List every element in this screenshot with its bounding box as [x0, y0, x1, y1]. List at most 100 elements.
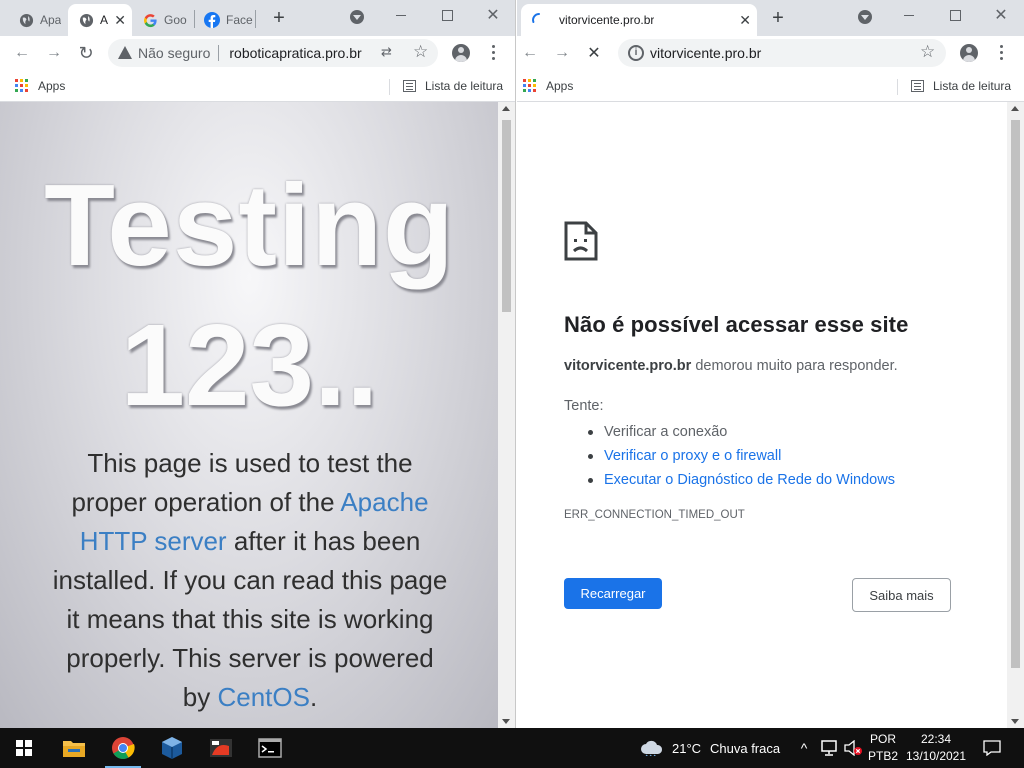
chevron-up-icon[interactable]: ^ [795, 728, 813, 768]
address-bar[interactable]: i vitorvicente.pro.br ☆ [618, 39, 946, 67]
virtualbox-icon [162, 737, 182, 759]
reload-button[interactable]: Recarregar [564, 578, 662, 609]
tab-facebook[interactable]: Face [194, 4, 254, 36]
suggestion-item: Verificar a conexão [564, 420, 895, 444]
clock-date: 13/10/2021 [905, 749, 967, 763]
close-window-button[interactable]: ✕ [978, 0, 1024, 30]
sad-document-icon [564, 221, 598, 261]
apache-description: This page is used to test the proper ope… [50, 444, 450, 717]
star-icon[interactable]: ☆ [413, 42, 428, 62]
terminal-button[interactable] [246, 728, 294, 768]
tab-google[interactable]: Goo [132, 4, 194, 36]
google-icon [142, 12, 158, 28]
new-tab-button[interactable]: + [766, 7, 790, 31]
minimize-button[interactable] [886, 0, 932, 30]
toolbar: ← → ↻ Não seguro roboticapratica.pro.br … [0, 36, 515, 70]
app-taskbar-button[interactable] [197, 728, 245, 768]
maximize-button[interactable] [932, 0, 978, 30]
scroll-down-icon[interactable] [502, 719, 510, 724]
facebook-icon [204, 12, 220, 28]
divider [218, 45, 220, 61]
back-arrow-icon[interactable]: ← [12, 43, 32, 63]
error-title: Não é possível acessar esse site [564, 312, 909, 337]
tab-strip: Apa A ✕ Goo Face + ✕ [0, 0, 515, 36]
apps-grid-icon[interactable] [523, 79, 536, 92]
stop-loading-icon[interactable]: ✕ [584, 43, 604, 63]
error-page: Não é possível acessar esse site vitorvi… [517, 102, 1007, 728]
scroll-up-icon[interactable] [502, 106, 510, 111]
bookmark-apps[interactable]: Apps [38, 79, 65, 93]
scrollbar-thumb[interactable] [1011, 120, 1020, 668]
bookmark-separator [389, 79, 390, 95]
url-text: roboticapratica.pro.br [229, 45, 362, 61]
vertical-scrollbar[interactable] [1007, 102, 1024, 728]
weather-temperature[interactable]: 21°C [672, 728, 701, 768]
close-window-button[interactable]: ✕ [470, 0, 515, 30]
clock[interactable]: 22:34 13/10/2021 [903, 731, 969, 765]
vertical-scrollbar[interactable] [498, 102, 515, 728]
minimize-button[interactable] [378, 0, 424, 30]
menu-kebab-icon[interactable] [492, 45, 496, 61]
profile-avatar-icon[interactable] [452, 44, 470, 62]
star-icon[interactable]: ☆ [920, 42, 935, 62]
maximize-button[interactable] [424, 0, 470, 30]
volume-muted-icon[interactable] [842, 728, 864, 768]
tab-search-icon[interactable] [858, 10, 872, 24]
desc-text: . [309, 682, 318, 712]
notification-icon[interactable] [978, 728, 1006, 768]
scrollbar-thumb[interactable] [502, 120, 511, 312]
translate-icon[interactable]: ⇄ [381, 44, 392, 60]
centos-link[interactable]: CentOS [217, 682, 310, 712]
close-tab-icon[interactable]: ✕ [114, 12, 126, 29]
tab-apache-1[interactable]: Apa [8, 4, 68, 36]
file-explorer-button[interactable] [50, 728, 98, 768]
security-label: Não seguro [138, 45, 211, 61]
tab-strip: vitorvicente.pro.br ✕ + ✕ [517, 0, 1024, 36]
chrome-taskbar-button[interactable] [99, 728, 147, 768]
bookmarks-bar: Apps Lista de leitura [517, 70, 1024, 102]
address-bar[interactable]: Não seguro roboticapratica.pro.br ⇄ ☆ [108, 39, 438, 67]
reading-list-icon [911, 80, 924, 92]
windows-logo-icon [16, 740, 32, 756]
virtualbox-button[interactable] [148, 728, 196, 768]
tab-vitorvicente[interactable]: vitorvicente.pro.br ✕ [521, 4, 757, 36]
suggestion-link-diagnostics[interactable]: Executar o Diagnóstico de Rede do Window… [564, 468, 895, 492]
tab-label: A [100, 13, 109, 27]
tab-search-icon[interactable] [350, 10, 364, 24]
loading-spinner-icon [531, 12, 547, 28]
tab-separator [255, 10, 256, 28]
reading-list-icon [403, 80, 416, 92]
scroll-down-icon[interactable] [1011, 719, 1019, 724]
error-code: ERR_CONNECTION_TIMED_OUT [564, 509, 745, 521]
forward-arrow-icon[interactable]: → [44, 43, 64, 63]
start-button[interactable] [0, 728, 48, 768]
new-tab-button[interactable]: + [267, 7, 291, 31]
taskbar: 21°C Chuva fraca ^ POR PTB2 22:34 13/10/… [0, 728, 1024, 768]
clock-time: 22:34 [920, 732, 952, 746]
reading-list-button[interactable]: Lista de leitura [933, 79, 1011, 93]
close-tab-icon[interactable]: ✕ [739, 12, 751, 29]
scroll-up-icon[interactable] [1011, 106, 1019, 111]
learn-more-button[interactable]: Saiba mais [852, 578, 951, 612]
bookmarks-bar: Apps Lista de leitura [0, 70, 515, 102]
terminal-icon [258, 738, 282, 758]
try-label: Tente: [564, 398, 604, 414]
network-icon[interactable] [818, 728, 840, 768]
reading-list-button[interactable]: Lista de leitura [425, 79, 503, 93]
bookmark-apps[interactable]: Apps [546, 79, 573, 93]
weather-condition[interactable]: Chuva fraca [710, 728, 780, 768]
suggestion-link-proxy[interactable]: Verificar o proxy e o firewall [564, 444, 895, 468]
weather-cloud-icon[interactable] [638, 728, 666, 768]
reload-icon[interactable]: ↻ [76, 43, 96, 63]
profile-avatar-icon[interactable] [960, 44, 978, 62]
forward-arrow-icon[interactable]: → [552, 43, 572, 63]
menu-kebab-icon[interactable] [1000, 45, 1004, 61]
language-code: POR [869, 732, 896, 746]
back-arrow-icon[interactable]: ← [520, 43, 540, 63]
tab-apache-active[interactable]: A ✕ [68, 4, 132, 36]
suggestion-list: Verificar a conexão Verificar o proxy e … [564, 420, 895, 492]
apps-grid-icon[interactable] [15, 79, 28, 92]
language-indicator[interactable]: POR PTB2 [866, 731, 900, 765]
keyboard-layout: PTB2 [867, 749, 898, 763]
bookmark-separator [897, 79, 898, 95]
